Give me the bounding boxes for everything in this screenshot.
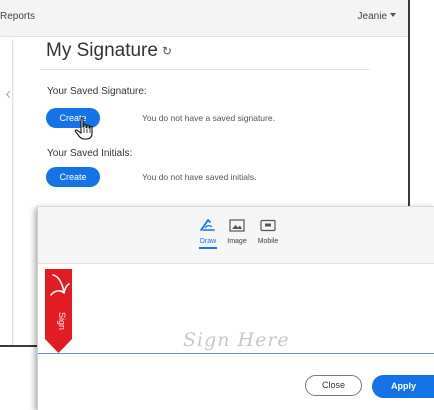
user-name: Jeanie [357,11,387,22]
chevron-down-icon [390,13,396,17]
apply-button[interactable]: Apply [372,375,434,398]
sign-ribbon-badge: Sign [45,269,72,353]
side-panel-edge [0,40,14,345]
chevron-left-icon[interactable] [5,90,14,99]
user-menu[interactable]: Jeanie [358,11,396,22]
sign-ribbon-text: Sign [57,312,67,330]
divider [40,69,370,70]
signature-dialog: Draw Image Mobile Sign Sign Here Close A… [37,206,434,410]
tab-image-label: Image [227,238,247,245]
page-title-text: My Signature [46,40,158,61]
close-button[interactable]: Close [305,375,362,396]
saved-signature-label: Your Saved Signature: [47,86,147,97]
saved-initials-label: Your Saved Initials: [47,148,133,159]
create-initials-button[interactable]: Create [46,167,100,187]
active-tab-indicator [199,247,217,249]
signature-status-text: You do not have a saved signature. [142,113,275,123]
tab-mobile-label: Mobile [257,238,279,245]
mobile-icon [251,215,285,235]
signature-line[interactable] [38,353,434,354]
tab-image[interactable]: Image [220,215,254,245]
sign-here-placeholder: Sign Here [183,329,290,351]
reports-nav-link[interactable]: Reports [0,11,35,22]
page-title: My Signature ↻ [46,40,172,62]
signature-mode-tabs: Draw Image Mobile [38,207,434,264]
tab-mobile[interactable]: Mobile [251,215,285,245]
hand-cursor-icon [74,117,93,140]
top-bar: Reports Jeanie [0,0,408,37]
refresh-icon[interactable]: ↻ [162,44,172,58]
initials-status-text: You do not have saved initials. [142,172,257,182]
image-icon [220,215,254,235]
